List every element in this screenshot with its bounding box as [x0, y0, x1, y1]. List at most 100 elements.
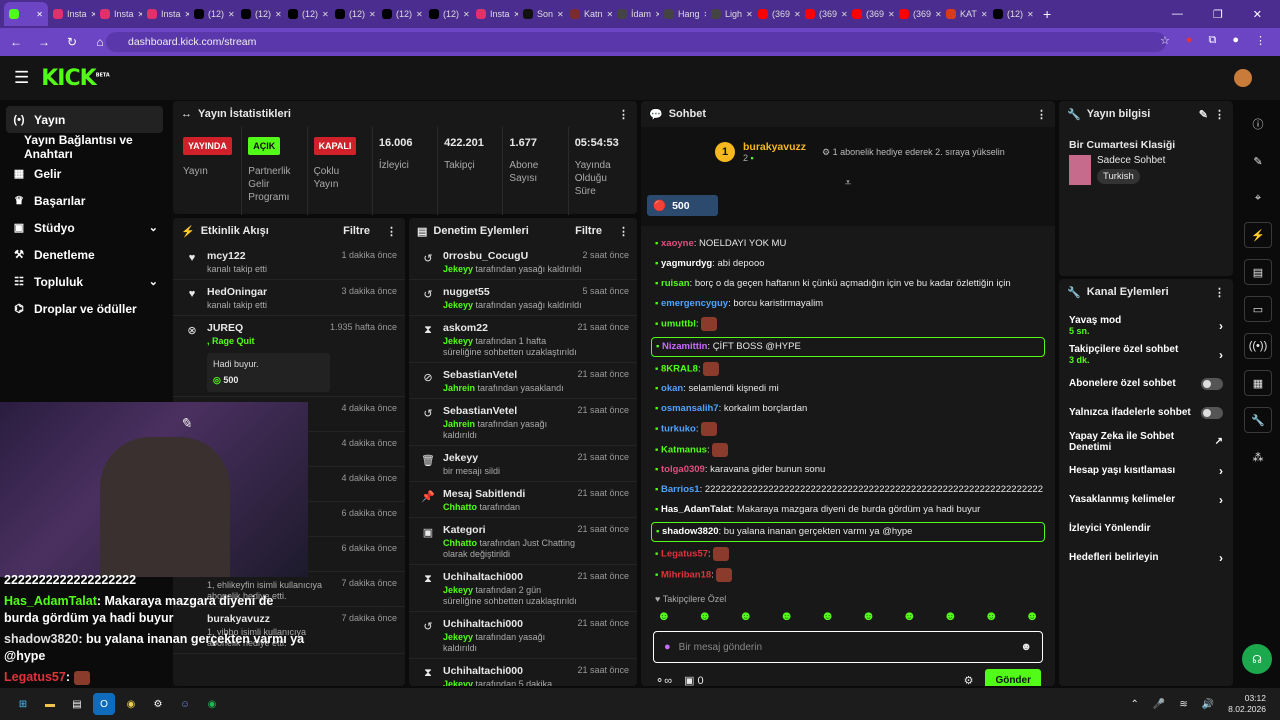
activity-filter-button[interactable]: Filtre	[343, 225, 370, 237]
support-icon[interactable]: ☊	[1242, 644, 1272, 674]
activity-row[interactable]: ♥ mcy122 kanalı takip etti 1 dakika önce	[173, 244, 405, 280]
chevron-down-icon[interactable]: ⌄	[149, 221, 158, 234]
status-badge[interactable]: AÇIK	[248, 137, 281, 155]
channel-action-row[interactable]: Yasaklanmış kelimeler ›	[1059, 485, 1233, 514]
emote-icon[interactable]: ☻	[943, 608, 957, 623]
new-tab-icon[interactable]: +	[1043, 6, 1051, 22]
chevron-right-icon[interactable]: ›	[1219, 464, 1223, 478]
chat-message[interactable]: ▪ tolga0309: karavana gider bunun sonu	[641, 460, 1055, 480]
chevron-right-icon[interactable]: ›	[1219, 551, 1223, 565]
chat-username[interactable]: yagmurdyg	[661, 258, 712, 269]
sidebar-item[interactable]: ♛ Başarılar	[0, 187, 170, 214]
chat-message[interactable]: ▪ 8KRAL8:	[641, 359, 1055, 380]
moderation-filter-button[interactable]: Filtre	[575, 225, 602, 237]
tab-close-icon[interactable]: ✕	[1027, 10, 1034, 19]
channel-action-row[interactable]: İzleyici Yönlendir	[1059, 514, 1233, 543]
more-icon[interactable]: ⋮	[618, 108, 629, 121]
chevron-down-icon[interactable]: ⌄	[149, 275, 158, 288]
infinity-icon[interactable]: ⚬∞	[655, 674, 672, 686]
url-field[interactable]: dashboard.kick.com/stream	[106, 32, 1166, 52]
chat-message[interactable]: ▪ umuttbl:	[641, 314, 1055, 335]
channel-action-row[interactable]: Yapay Zeka ile Sohbet Denetimi ↗	[1059, 427, 1233, 456]
moderation-row[interactable]: ⧗ Uchihaltachi000 Jekeyy tarafından 2 gün …	[409, 565, 637, 612]
chat-username[interactable]: osmansalih7	[661, 403, 719, 414]
chat-message[interactable]: ▪ Katmanus:	[641, 440, 1055, 461]
clock[interactable]: 03:12 8.02.2026	[1228, 693, 1266, 715]
chat-message[interactable]: ▪ yagmurdyg: abi depooo	[641, 254, 1055, 274]
chat-username[interactable]: Katmanus	[661, 444, 707, 455]
browser-tab[interactable]: İdam ✕	[612, 2, 659, 26]
status-badge[interactable]: YAYINDA	[183, 137, 232, 155]
chevron-right-icon[interactable]: ›	[1219, 493, 1223, 507]
chevron-right-icon[interactable]: ›	[1219, 319, 1223, 333]
emote-icon[interactable]: ☻	[739, 608, 753, 623]
more-icon[interactable]: ⋮	[1036, 108, 1047, 121]
chat-username[interactable]: 8KRAL8	[661, 363, 698, 374]
more-icon[interactable]: ⋮	[1214, 286, 1225, 299]
emote-icon[interactable]: ☻	[984, 608, 998, 623]
chat-message[interactable]: ▪ Barrios1: 2222222222222222222222222222…	[641, 480, 1055, 500]
tab-close-icon[interactable]: ✕	[369, 10, 376, 19]
maximize-icon[interactable]: ❐	[1213, 8, 1223, 21]
star-icon[interactable]: ☆	[1160, 34, 1170, 47]
browser-tab[interactable]: (12) ✕	[236, 2, 283, 26]
moderation-row[interactable]: ▣ Kategori Chhatto tarafından Just Chattin…	[409, 518, 637, 565]
emote-icon[interactable]: ☻	[657, 608, 671, 623]
chat-message[interactable]: ▪ xaoyne: NOELDAYI YOK MU	[641, 234, 1055, 254]
chat-username[interactable]: shadow3820	[662, 526, 719, 537]
tray-arrow-icon[interactable]: ⌃	[1130, 699, 1138, 710]
chat-message[interactable]: ▪ Mihriban18:	[641, 565, 1055, 586]
channel-action-row[interactable]: Yalnızca ifadelerle sohbet	[1059, 398, 1233, 427]
profile-icon[interactable]: ●	[1232, 34, 1239, 47]
chat-username[interactable]: Mihriban18	[661, 569, 711, 580]
chat-username[interactable]: Nizamittin	[662, 341, 707, 352]
back-icon[interactable]: ←	[4, 35, 28, 49]
wifi-icon[interactable]: ≋	[1179, 699, 1187, 710]
browser-tab[interactable]: Insta ✕	[95, 2, 142, 26]
emote-icon[interactable]: ☻	[821, 608, 835, 623]
browser-tab[interactable]: (369 ✕	[753, 2, 800, 26]
emote-icon[interactable]: ☻	[862, 608, 876, 623]
minimize-icon[interactable]: —	[1172, 8, 1183, 20]
sidebar-item[interactable]: ⌬ Droplar ve ödüller	[0, 295, 170, 322]
chat-message[interactable]: ▪ Legatus57:	[641, 544, 1055, 565]
browser-tab[interactable]: Ligh ✕	[706, 2, 753, 26]
channel-action-row[interactable]: Abonelere özel sohbet	[1059, 369, 1233, 398]
emoji-icon[interactable]: ☻	[1020, 641, 1032, 653]
browser-tab[interactable]: Insta ✕	[48, 2, 95, 26]
moderation-row[interactable]: 🗑 Jekeyy bir mesajı sildi 21 saat önce	[409, 446, 637, 482]
kicks-counter[interactable]: 🔴 500	[647, 195, 718, 216]
pencil-icon[interactable]: ✎	[1244, 148, 1272, 174]
channel-action-row[interactable]: Takipçilere özel sohbet 3 dk. ›	[1059, 340, 1233, 369]
more-icon[interactable]: ⋮	[618, 225, 629, 238]
emote-icon[interactable]: ☻	[903, 608, 917, 623]
steam-icon[interactable]: ⚙	[147, 693, 169, 715]
browser-tab[interactable]: Hang✕	[659, 2, 706, 26]
chat-message[interactable]: ▪ emergencyguy: borcu karistirmayalim	[641, 294, 1055, 314]
discord-icon[interactable]: ☺	[174, 693, 196, 715]
moderation-row[interactable]: ⧗ Uchihaltachi000 Jekeyy tarafından 5 daki…	[409, 659, 637, 686]
chat-username[interactable]: emergencyguy	[661, 298, 728, 309]
forward-icon[interactable]: →	[32, 35, 56, 49]
channel-action-row[interactable]: Yavaş mod 5 sn. ›	[1059, 311, 1233, 340]
browser-tab[interactable]: Insta ✕	[471, 2, 518, 26]
browser-tab[interactable]: (369 ✕	[847, 2, 894, 26]
tab-close-icon[interactable]: ✕	[36, 10, 43, 19]
chat-username[interactable]: Barrios1	[661, 484, 700, 495]
browser-tab[interactable]: Katn ✕	[565, 2, 612, 26]
browser-tab[interactable]: (369 ✕	[800, 2, 847, 26]
chat-icon[interactable]: ▭	[1244, 296, 1272, 322]
bolt-icon[interactable]: ⚡	[1244, 222, 1272, 248]
chevron-right-icon[interactable]: ›	[1219, 348, 1223, 362]
outlook-icon[interactable]: O	[93, 693, 115, 715]
emote-icon[interactable]: ☻	[1025, 608, 1039, 623]
file-explorer-icon[interactable]: ▬	[39, 693, 61, 715]
status-badge[interactable]: KAPALI	[313, 137, 357, 155]
chat-message[interactable]: ▪ turkuko:	[641, 419, 1055, 440]
extension-icon[interactable]: ●	[1186, 34, 1193, 47]
mic-icon[interactable]: 🎤	[1153, 699, 1165, 710]
points-icon[interactable]: ▣ 0	[684, 674, 704, 686]
tools-icon[interactable]: 🔧	[1244, 407, 1272, 433]
settings-icon[interactable]: ⚙	[964, 674, 974, 686]
emote-icon[interactable]: ☻	[780, 608, 794, 623]
